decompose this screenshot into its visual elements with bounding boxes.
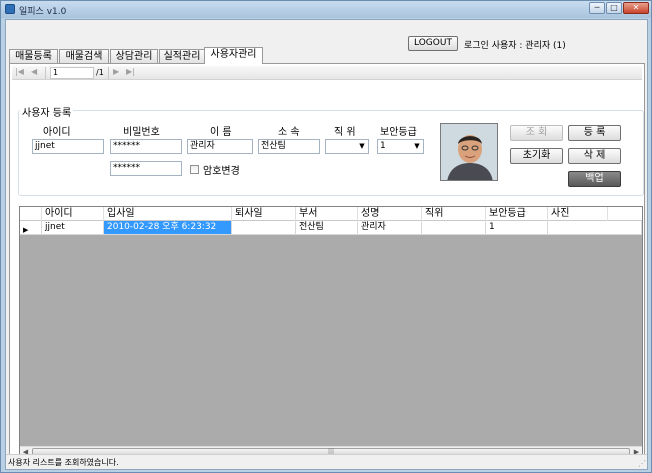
app-window: 일피스 v1.0 ─ □ ✕ LOGOUT 로그인 사용자 : 관리자 (1) … <box>0 0 652 473</box>
column-header[interactable]: 성명 <box>358 207 422 221</box>
tab-property-register[interactable]: 매물등록 <box>9 49 58 63</box>
cell-name[interactable]: 관리자 <box>358 221 422 235</box>
dept-input[interactable]: 전산팀 <box>258 139 320 154</box>
chevron-down-icon: ▼ <box>414 142 420 150</box>
tab-consult-manage[interactable]: 상담관리 <box>110 49 158 63</box>
resize-grip-icon[interactable]: ⋰ <box>638 459 646 468</box>
delete-button[interactable]: 삭 제 <box>568 148 621 164</box>
total-count: /1 <box>96 68 104 77</box>
security-level-value: 1 <box>380 141 386 151</box>
logout-button[interactable]: LOGOUT <box>408 36 458 51</box>
reset-button[interactable]: 초기화 <box>510 148 563 164</box>
main-client-area: LOGOUT 로그인 사용자 : 관리자 (1) 매물등록 매물검색 상담관리 … <box>5 19 648 470</box>
table-row[interactable]: ▶ jjnet 2010-02-28 오후 6:23:32 전산팀 관리자 1 <box>20 221 642 235</box>
move-next-icon[interactable]: ▶ <box>113 67 119 76</box>
position-label: 직 위 <box>334 127 356 138</box>
user-photo <box>440 123 498 181</box>
title-bar[interactable]: 일피스 v1.0 ─ □ ✕ <box>1 1 651 18</box>
column-header[interactable]: 아이디 <box>42 207 104 221</box>
backup-button[interactable]: 백업 <box>568 171 621 187</box>
person-photo-icon <box>441 124 497 180</box>
column-header[interactable]: 직위 <box>422 207 486 221</box>
minimize-button[interactable]: ─ <box>589 2 605 14</box>
change-password-label: 암호변경 <box>203 166 240 177</box>
password-label: 비밀번호 <box>123 127 160 138</box>
user-id-label: 아이디 <box>43 127 71 138</box>
user-id-input[interactable]: jjnet <box>32 139 104 154</box>
group-title: 사용자 등록 <box>20 104 74 119</box>
cell-position[interactable] <box>422 221 486 235</box>
status-bar: 사용자 리스트를 조회하였습니다. ⋰ <box>6 454 647 469</box>
app-icon <box>5 4 15 14</box>
maximize-button[interactable]: □ <box>606 2 622 14</box>
record-navigator: |◀ ◀ 1 /1 ▶ ▶| <box>12 66 642 80</box>
column-header[interactable]: 보안등급 <box>486 207 548 221</box>
password-confirm-input[interactable]: ****** <box>110 161 182 176</box>
password-input[interactable]: ****** <box>110 139 182 154</box>
position-input[interactable]: 1 <box>50 67 94 79</box>
user-list-grid[interactable]: 아이디 입사일 퇴사일 부서 성명 직위 보안등급 사진 ▶ jjnet 201… <box>19 206 643 458</box>
current-row-icon: ▶ <box>23 226 29 234</box>
cell-hire-date[interactable]: 2010-02-28 오후 6:23:32 <box>104 221 232 235</box>
dept-label: 소 속 <box>278 127 300 138</box>
tab-property-search[interactable]: 매물검색 <box>59 49 109 63</box>
security-level-select[interactable]: 1 ▼ <box>377 139 424 154</box>
position-select[interactable]: ▼ <box>325 139 369 154</box>
security-level-label: 보안등급 <box>380 127 417 138</box>
move-first-icon[interactable]: |◀ <box>15 67 24 76</box>
column-header[interactable]: 부서 <box>296 207 358 221</box>
tab-performance-manage[interactable]: 실적관리 <box>159 49 205 63</box>
close-button[interactable]: ✕ <box>623 2 649 14</box>
register-button[interactable]: 등 록 <box>568 125 621 141</box>
move-previous-icon[interactable]: ◀ <box>31 67 37 76</box>
user-manage-panel: |◀ ◀ 1 /1 ▶ ▶| 사용자 등록 아이디 비밀번호 이 름 소 속 직… <box>9 63 645 459</box>
status-text: 사용자 리스트를 조회하였습니다. <box>8 458 119 467</box>
column-header[interactable]: 퇴사일 <box>232 207 296 221</box>
window-title: 일피스 v1.0 <box>19 7 67 17</box>
chevron-down-icon: ▼ <box>359 142 365 150</box>
change-password-checkbox[interactable] <box>190 165 199 174</box>
row-header-corner <box>20 207 42 221</box>
cell-dept[interactable]: 전산팀 <box>296 221 358 235</box>
cell-security-level[interactable]: 1 <box>486 221 548 235</box>
tab-user-manage[interactable]: 사용자관리 <box>204 47 263 64</box>
name-label: 이 름 <box>210 127 232 138</box>
login-user-info: 로그인 사용자 : 관리자 (1) <box>464 41 566 51</box>
nav-separator <box>108 67 109 79</box>
nav-separator <box>45 67 46 79</box>
column-header[interactable]: 입사일 <box>104 207 232 221</box>
cell-leave-date[interactable] <box>232 221 296 235</box>
search-button[interactable]: 조 회 <box>510 125 563 141</box>
cell-photo[interactable] <box>548 221 642 235</box>
name-input[interactable]: 관리자 <box>187 139 253 154</box>
column-header[interactable]: 사진 <box>548 207 608 221</box>
cell-user-id[interactable]: jjnet <box>42 221 104 235</box>
row-header[interactable]: ▶ <box>20 221 42 235</box>
grid-header: 아이디 입사일 퇴사일 부서 성명 직위 보안등급 사진 <box>20 207 642 221</box>
move-last-icon[interactable]: ▶| <box>126 67 135 76</box>
